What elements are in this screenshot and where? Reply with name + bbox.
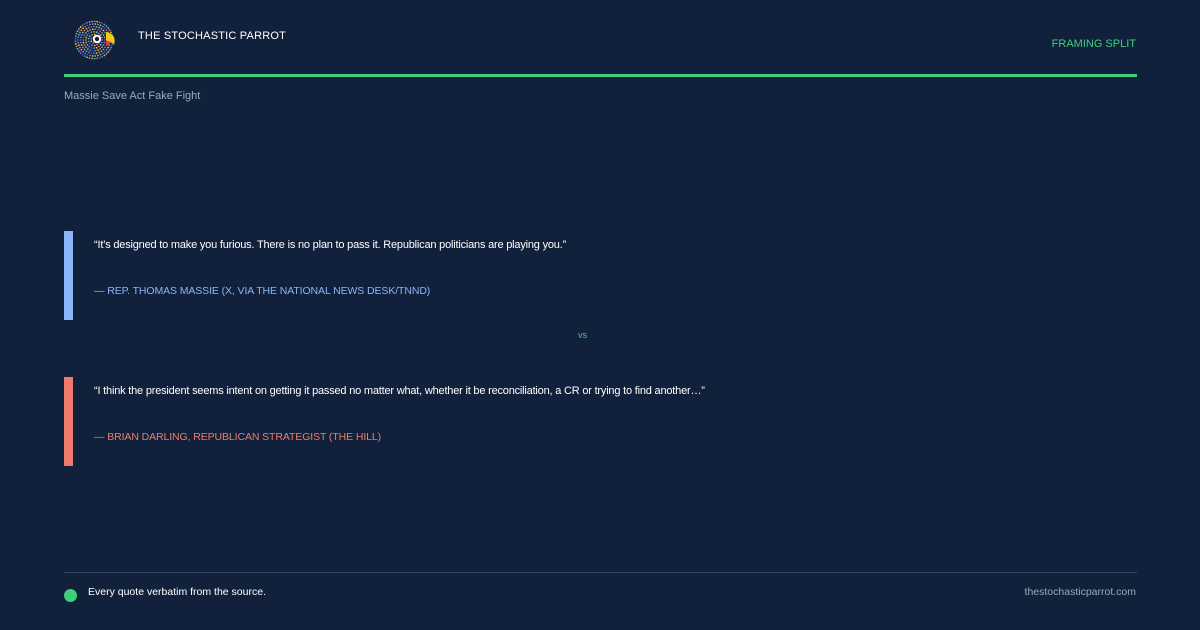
header-divider: [64, 74, 1137, 77]
framing-split-tag: FRAMING SPLIT: [1051, 38, 1136, 50]
parrot-logo-icon: [74, 20, 115, 60]
quote-card-massie: “It’s designed to make you furious. Ther…: [64, 231, 964, 320]
quote-card-darling: “I think the president seems intent on g…: [64, 377, 964, 466]
quote-accent-bar: [64, 231, 73, 320]
site-url: thestochasticparrot.com: [1024, 586, 1136, 598]
footer-divider: [64, 572, 1137, 573]
quote-text: “It’s designed to make you furious. Ther…: [94, 239, 567, 251]
quote-attribution: — BRIAN DARLING, REPUBLICAN STRATEGIST (…: [94, 431, 382, 443]
versus-label: vs: [578, 330, 587, 340]
footer-note: Every quote verbatim from the source.: [88, 586, 266, 598]
quote-accent-bar: [64, 377, 73, 466]
page: THE STOCHASTIC PARROT FRAMING SPLIT Mass…: [0, 0, 1200, 630]
status-dot-icon: [64, 589, 77, 602]
quote-attribution: — REP. THOMAS MASSIE (X, VIA THE NATIONA…: [94, 285, 431, 297]
brand-name: THE STOCHASTIC PARROT: [138, 30, 287, 42]
quote-text: “I think the president seems intent on g…: [94, 385, 705, 397]
story-subtitle: Massie Save Act Fake Fight: [64, 90, 201, 102]
